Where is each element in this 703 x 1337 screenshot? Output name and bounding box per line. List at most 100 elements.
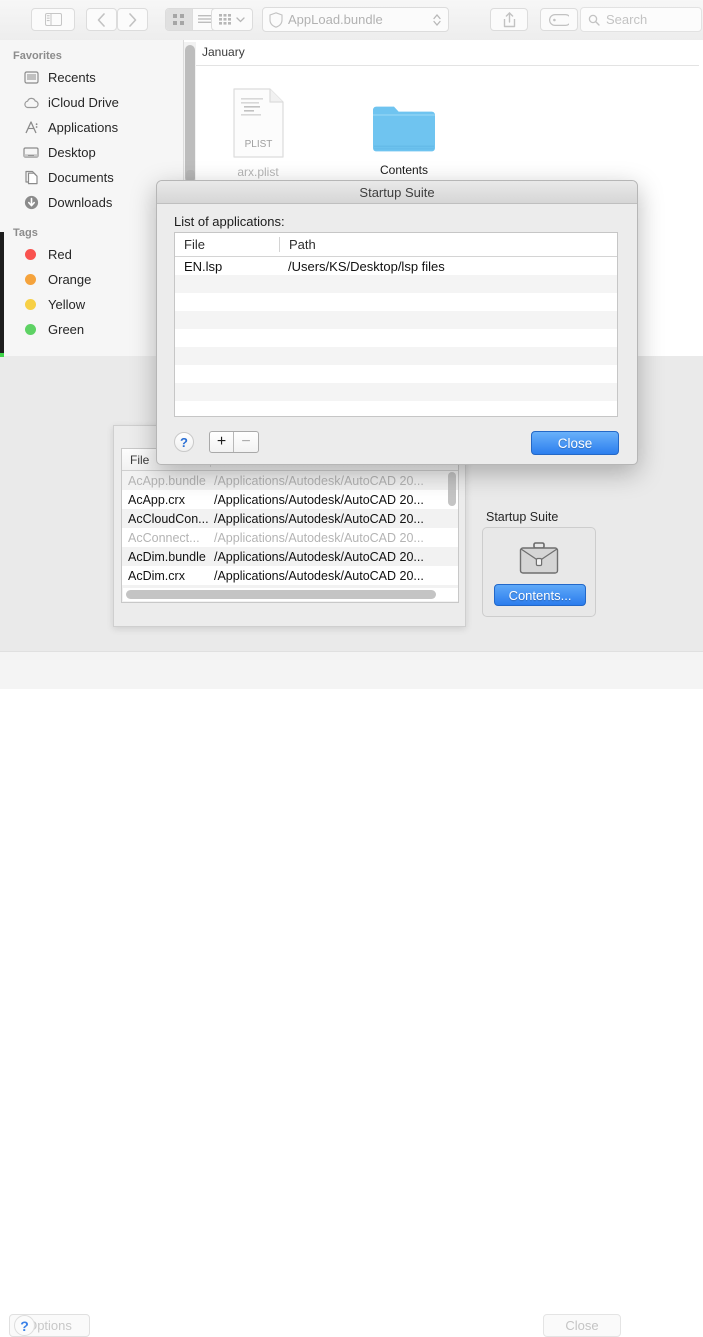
chevron-right-icon	[129, 12, 137, 27]
back-button[interactable]	[86, 8, 117, 31]
sidebar-item-label: Red	[48, 247, 72, 262]
file-item-contents-folder[interactable]: Contents	[356, 88, 452, 177]
column-header-file: File	[184, 237, 205, 252]
table-row[interactable]: AcApp.crx /Applications/Autodesk/AutoCAD…	[122, 490, 458, 509]
sidebar-item-label: iCloud Drive	[48, 95, 119, 110]
cell-path: /Applications/Autodesk/AutoCAD 20...	[214, 530, 424, 545]
sidebar-item-applications[interactable]: Applications	[0, 115, 184, 140]
tag-dot-orange	[25, 274, 36, 285]
cloud-icon	[22, 95, 40, 111]
dialog-help-button[interactable]: ?	[174, 432, 194, 452]
dialog-titlebar[interactable]: Startup Suite	[157, 181, 637, 204]
table-row-empty[interactable]	[175, 293, 617, 311]
table-row-empty[interactable]	[175, 365, 617, 383]
table-row-empty[interactable]	[175, 275, 617, 293]
sidebar-item-desktop[interactable]: Desktop	[0, 140, 184, 165]
desktop-icon	[22, 145, 40, 161]
sidebar-header-favorites: Favorites	[13, 50, 62, 62]
startup-suite-panel-title: Startup Suite	[486, 510, 559, 524]
contents-button[interactable]: Contents...	[494, 584, 586, 606]
add-remove-segmented-control[interactable]: + −	[209, 431, 259, 453]
column-header-path: Path	[279, 237, 617, 252]
cell-path: /Applications/Autodesk/AutoCAD 20...	[214, 549, 424, 564]
sidebar-item-icloud-drive[interactable]: iCloud Drive	[0, 90, 184, 115]
sidebar-item-label: Recents	[48, 70, 96, 85]
sidebar-item-label: Green	[48, 322, 85, 337]
plist-file-icon: PLIST	[232, 88, 284, 158]
cell-path: /Applications/Autodesk/AutoCAD 20...	[214, 492, 424, 507]
table-row[interactable]: AcDim.bundle /Applications/Autodesk/Auto…	[122, 547, 458, 566]
table-row-empty[interactable]	[175, 329, 617, 347]
path-popup-button[interactable]: AppLoad.bundle	[262, 7, 449, 32]
clock-recents-icon	[22, 70, 40, 86]
file-item-arx-plist[interactable]: PLIST arx.plist	[210, 88, 306, 179]
finder-vertical-scrollbar[interactable]	[185, 45, 195, 183]
screen-edge-accent	[0, 353, 4, 357]
startup-suite-panel: Contents...	[482, 527, 596, 617]
tag-dot-red	[25, 249, 36, 260]
tag-dot-green	[25, 324, 36, 335]
table-row-empty[interactable]	[175, 311, 617, 329]
finder-toolbar: AppLoad.bundle Search	[0, 0, 703, 41]
file-item-label: arx.plist	[237, 165, 279, 179]
appload-file-list[interactable]: File Path AcApp.bundle /Applications/Aut…	[121, 448, 459, 603]
cell-path: /Applications/Autodesk/AutoCAD 20...	[214, 568, 424, 583]
sidebar-item-label: Downloads	[48, 195, 113, 210]
cell-path: /Applications/Autodesk/AutoCAD 20...	[214, 473, 424, 488]
table-row[interactable]: AcConnect... /Applications/Autodesk/Auto…	[122, 528, 458, 547]
table-row-empty[interactable]	[175, 383, 617, 401]
table-row[interactable]: AcApp.bundle /Applications/Autodesk/Auto…	[122, 471, 458, 490]
group-heading-january: January	[202, 45, 245, 59]
table-row-empty[interactable]	[175, 401, 617, 416]
downloads-icon	[22, 195, 40, 211]
sidebar-item-label: Documents	[48, 170, 114, 185]
tag-dot-yellow	[25, 299, 36, 310]
appload-horizontal-scrollbar[interactable]	[126, 590, 436, 599]
search-icon	[588, 14, 600, 26]
suitcase-icon	[519, 542, 559, 579]
appload-vertical-scrollbar[interactable]	[448, 472, 456, 506]
share-icon	[503, 11, 515, 27]
cell-file: AcDim.crx	[128, 568, 185, 583]
help-button[interactable]: ?	[14, 1315, 35, 1336]
cell-file: AcConnect...	[128, 530, 200, 545]
cell-path: /Applications/Autodesk/AutoCAD 20...	[214, 511, 424, 526]
cell-file: AcApp.bundle	[128, 473, 206, 488]
group-divider	[194, 65, 699, 66]
sidebar-item-label: Applications	[48, 120, 119, 135]
startup-suite-table[interactable]: File Path EN.lsp /Users/KS/Desktop/lsp f…	[174, 232, 618, 417]
search-placeholder-label: Search	[606, 12, 648, 27]
tag-icon	[549, 13, 569, 26]
path-popup-label: AppLoad.bundle	[288, 12, 383, 27]
table-row[interactable]: AcCloudCon... /Applications/Autodesk/Aut…	[122, 509, 458, 528]
grid-icon	[173, 14, 185, 25]
updown-chevron-icon	[433, 13, 441, 26]
startup-suite-dialog: Startup Suite List of applications: File…	[156, 180, 638, 465]
arrange-button[interactable]	[211, 8, 253, 31]
cell-path: /Users/KS/Desktop/lsp files	[288, 258, 445, 274]
dialog-close-button[interactable]: Close	[531, 431, 619, 455]
sidebar-item-label: Yellow	[48, 297, 86, 312]
cell-file: AcApp.crx	[128, 492, 185, 507]
cell-file: EN.lsp	[184, 258, 223, 274]
forward-button[interactable]	[117, 8, 148, 31]
table-row-empty[interactable]	[175, 347, 617, 365]
table-row[interactable]: EN.lsp /Users/KS/Desktop/lsp files	[175, 257, 617, 275]
sidebar-item-recents[interactable]: Recents	[0, 65, 184, 90]
folder-icon	[373, 106, 435, 152]
add-button[interactable]: +	[210, 432, 234, 452]
search-input[interactable]: Search	[580, 7, 702, 32]
list-of-applications-label: List of applications:	[174, 214, 285, 229]
table-row[interactable]: AcDim.crx /Applications/Autodesk/AutoCAD…	[122, 566, 458, 585]
share-button[interactable]	[490, 8, 528, 31]
tag-button[interactable]	[540, 8, 578, 31]
screen-edge-strip	[0, 232, 4, 354]
close-button[interactable]: Close	[543, 1314, 621, 1337]
sidebar-toggle-button[interactable]	[31, 8, 75, 31]
appload-bottom-bar: Options ? Close	[0, 652, 703, 1337]
chevron-down-icon	[236, 16, 245, 22]
table-header: File Path	[175, 233, 617, 257]
sidebar-item-label: Desktop	[48, 145, 96, 160]
remove-button[interactable]: −	[234, 432, 258, 452]
view-icon-button[interactable]	[166, 9, 193, 30]
